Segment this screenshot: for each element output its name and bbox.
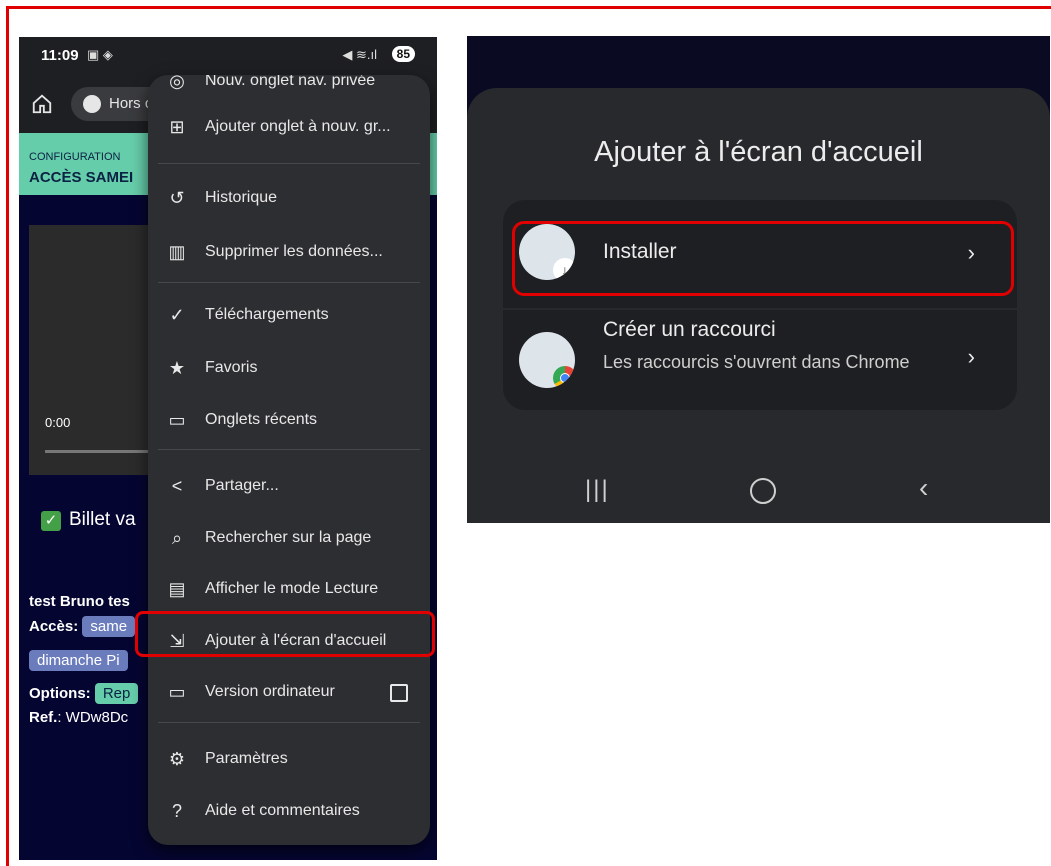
highlight-install: [512, 221, 1014, 296]
menu-divider: [158, 163, 420, 164]
options-row: Options: Rep: [29, 683, 139, 704]
menu-item-share[interactable]: < Partager...: [148, 466, 430, 506]
shortcut-option[interactable]: Créer un raccourci Les raccourcis s'ouvr…: [503, 310, 1017, 410]
find-in-page-icon: ⌕: [171, 528, 183, 548]
add-to-home-sheet: Ajouter à l'écran d'accueil ↓ Installer …: [467, 88, 1050, 523]
status-right-icons: ◀ ≋.ıl: [342, 47, 377, 62]
trash-icon: ▥: [168, 242, 186, 262]
status-time: 11:09: [41, 47, 79, 64]
highlight-add-to-home: [135, 611, 435, 657]
menu-item-reader-mode[interactable]: ▤ Afficher le mode Lecture: [148, 569, 430, 609]
chrome-overflow-menu: ◎ Nouv. onglet nav. privée ⊞ Ajouter ongle…: [148, 75, 430, 845]
menu-item-desktop-site[interactable]: ▭ Version ordinateur: [148, 672, 430, 712]
options-label: Options:: [29, 685, 91, 702]
shortcut-sublabel: Les raccourcis s'ouvrent dans Chrome: [603, 352, 910, 372]
menu-item-incognito[interactable]: ◎ Nouv. onglet nav. privée: [148, 75, 430, 101]
chevron-right-icon: ›: [967, 344, 975, 369]
acces-row: Accès: same: [29, 616, 136, 637]
reader-mode-icon: ▤: [168, 579, 186, 599]
ticket-holder-name: test Bruno tes: [29, 593, 130, 610]
help-icon: ?: [171, 801, 182, 821]
ref-label: Ref.: [29, 709, 58, 726]
recent-apps-icon[interactable]: |||: [585, 476, 610, 504]
android-nav-bar: ||| ‹: [467, 466, 1050, 523]
share-icon: <: [171, 476, 183, 496]
menu-divider: [158, 282, 420, 283]
menu-item-help[interactable]: ? Aide et commentaires: [148, 791, 430, 831]
menu-item-downloads[interactable]: ✓ Téléchargements: [148, 295, 430, 335]
sheet-title: Ajouter à l'écran d'accueil: [594, 136, 923, 168]
add-to-group-icon: ⊞: [169, 117, 185, 137]
options-tag: Rep: [94, 683, 139, 704]
config-label: CONFIGURATION: [29, 151, 121, 163]
desktop-site-checkbox[interactable]: [390, 684, 408, 702]
menu-item-bookmarks[interactable]: ★ Favoris: [148, 348, 430, 388]
menu-item-find-in-page[interactable]: ⌕ Rechercher sur la page: [148, 518, 430, 558]
star-icon: ★: [168, 358, 186, 378]
ref-value: : WDw8Dc: [57, 709, 129, 726]
menu-divider: [158, 722, 420, 723]
menu-divider: [158, 449, 420, 450]
offline-icon: [83, 95, 101, 113]
menu-item-add-to-group[interactable]: ⊞ Ajouter onglet à nouv. gr...: [148, 107, 430, 147]
left-phone-screenshot: 11:09 ▣ ◈ ◀ ≋.ıl 85 Hors c CONFIGURATION…: [19, 37, 437, 860]
home-icon[interactable]: [31, 93, 53, 115]
check-icon: ✓: [41, 511, 61, 531]
billet-status: ✓ Billet va: [41, 509, 136, 531]
app-icon: [519, 332, 575, 388]
chrome-icon: [553, 366, 575, 388]
menu-item-clear-data[interactable]: ▥ Supprimer les données...: [148, 232, 430, 272]
acces-row-2: dimanche Pi: [29, 650, 128, 671]
status-left-icons: ▣ ◈: [87, 47, 113, 62]
shortcut-label: Créer un raccourci: [603, 318, 776, 341]
status-bar: 11:09 ▣ ◈ ◀ ≋.ıl 85: [19, 37, 437, 75]
incognito-icon: ◎: [169, 75, 185, 91]
download-check-icon: ✓: [169, 305, 185, 325]
acces-tag-2: dimanche Pi: [29, 650, 128, 671]
video-time: 0:00: [45, 415, 71, 430]
ref-row: Ref.: WDw8Dc: [29, 709, 128, 726]
battery-badge: 85: [391, 46, 415, 62]
devices-icon: ▭: [168, 410, 186, 430]
home-circle-icon[interactable]: [750, 478, 776, 504]
gear-icon: ⚙: [168, 749, 186, 769]
menu-item-history[interactable]: ↺ Historique: [148, 178, 430, 218]
history-icon: ↺: [169, 188, 185, 208]
menu-item-recent-tabs[interactable]: ▭ Onglets récents: [148, 400, 430, 440]
menu-item-settings[interactable]: ⚙ Paramètres: [148, 739, 430, 779]
acces-label: Accès:: [29, 618, 79, 635]
back-icon[interactable]: ‹: [919, 472, 928, 504]
billet-text: Billet va: [69, 509, 136, 530]
desktop-icon: ▭: [168, 682, 186, 702]
acces-tag: same: [82, 616, 136, 637]
url-text: Hors c: [109, 95, 153, 112]
config-title: ACCÈS SAMEI: [29, 169, 134, 186]
